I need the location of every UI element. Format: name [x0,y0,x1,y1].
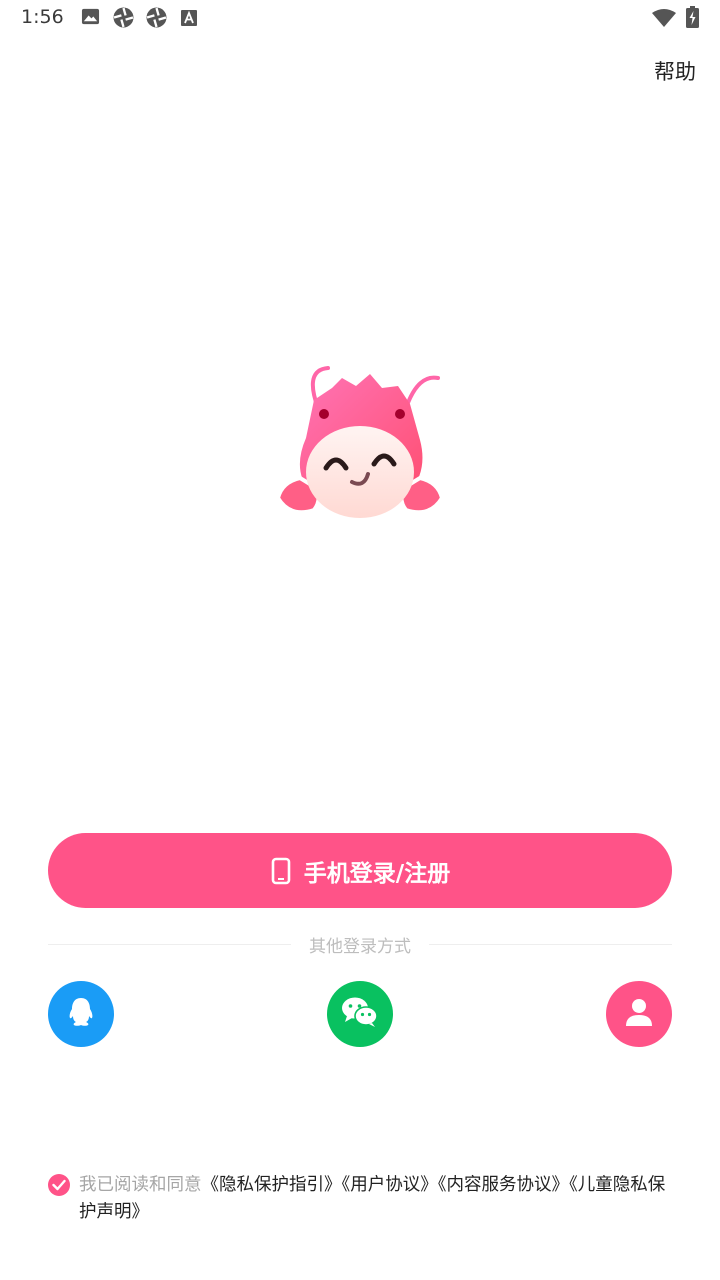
image-icon [81,7,100,30]
divider-line [48,943,291,945]
qq-login-button[interactable] [48,981,114,1047]
phone-login-label: 手机登录/注册 [303,860,451,887]
agreement-row: 我已阅读和同意《隐私保护指引》《用户协议》《内容服务协议》《儿童隐私保护声明》 [48,1172,678,1226]
content-service-agreement-link[interactable]: 《内容服务协议》 [438,1175,569,1195]
user-icon [624,997,654,1031]
status-time: 1:56 [21,6,64,28]
qq-penguin-icon [66,996,96,1032]
wechat-icon [341,996,379,1032]
check-icon [52,1176,66,1195]
help-link[interactable]: 帮助 [654,56,696,86]
wechat-login-button[interactable] [327,981,393,1047]
other-login-label: 其他登录方式 [309,936,411,957]
aperture-icon [146,7,167,32]
agreement-prefix: 我已阅读和同意 [79,1175,202,1195]
phone-icon [270,857,294,885]
agreement-text: 我已阅读和同意《隐私保护指引》《用户协议》《内容服务协议》《儿童隐私保护声明》 [79,1172,678,1226]
divider-line [429,943,672,945]
battery-charging-icon [686,6,699,32]
text-a-icon [181,10,197,30]
agreement-checkbox[interactable] [48,1174,70,1196]
lobster-mascot-logo [270,360,450,530]
status-bar: 1:56 [0,0,720,36]
aperture-icon [113,7,134,32]
privacy-guide-link[interactable]: 《隐私保护指引》 [202,1175,342,1195]
wifi-icon [652,8,676,31]
phone-login-button[interactable]: 手机登录/注册 [48,833,672,908]
guest-login-button[interactable] [606,981,672,1047]
other-login-divider: 其他登录方式 [48,932,672,957]
user-agreement-link[interactable]: 《用户协议》 [342,1175,438,1195]
